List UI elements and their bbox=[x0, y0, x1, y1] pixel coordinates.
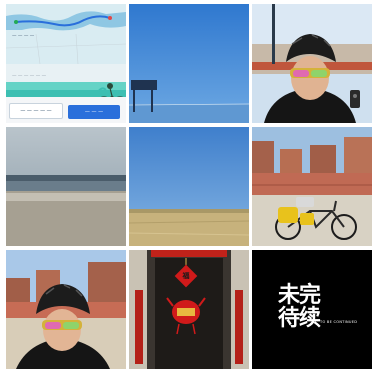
tile-calligraphy-text[interactable]: 未完 待续 TO BE CONTINUED bbox=[252, 250, 372, 369]
blue-sky-photo bbox=[129, 4, 249, 123]
calligraphy-subtitle: TO BE CONTINUED bbox=[320, 320, 358, 324]
calligraphy-line-1: 未完 bbox=[278, 282, 321, 308]
app-stats-label: — — — — — — bbox=[12, 74, 47, 79]
doorway-photo bbox=[129, 250, 249, 369]
grassland-photo bbox=[129, 127, 249, 246]
tile-yellow-touring-bicycle[interactable] bbox=[252, 127, 372, 246]
tile-grassland-blue-sky[interactable] bbox=[129, 127, 249, 246]
app-primary-button[interactable]: — — — bbox=[68, 105, 120, 119]
tile-cloudy-lake-horizon[interactable] bbox=[6, 127, 126, 246]
cloudy-lake-photo bbox=[6, 127, 126, 246]
tile-app-route-screenshot[interactable]: — — — — — — — — — — — — — — — — — — bbox=[6, 4, 126, 123]
cyclist-selfie-photo bbox=[252, 4, 372, 123]
app-title-text: — — — — bbox=[12, 34, 35, 39]
bicycle-photo bbox=[252, 127, 372, 246]
calligraphy-line-2: 待续 bbox=[278, 305, 321, 331]
app-bottom-bar: — — — — — — — — bbox=[6, 97, 126, 123]
tile-cyclist-selfie-village[interactable] bbox=[6, 250, 126, 369]
app-secondary-button[interactable]: — — — — — bbox=[9, 103, 63, 119]
tile-doorway-fu-decoration[interactable]: 福 bbox=[129, 250, 249, 369]
tile-cyclist-selfie-helmet[interactable] bbox=[252, 4, 372, 123]
tile-blue-sky-lake[interactable] bbox=[129, 4, 249, 123]
cyclist-village-photo bbox=[6, 250, 126, 369]
photo-grid: — — — — — — — — — — — — — — — — — — 福 未完… bbox=[6, 4, 372, 370]
fu-character: 福 bbox=[182, 271, 190, 280]
